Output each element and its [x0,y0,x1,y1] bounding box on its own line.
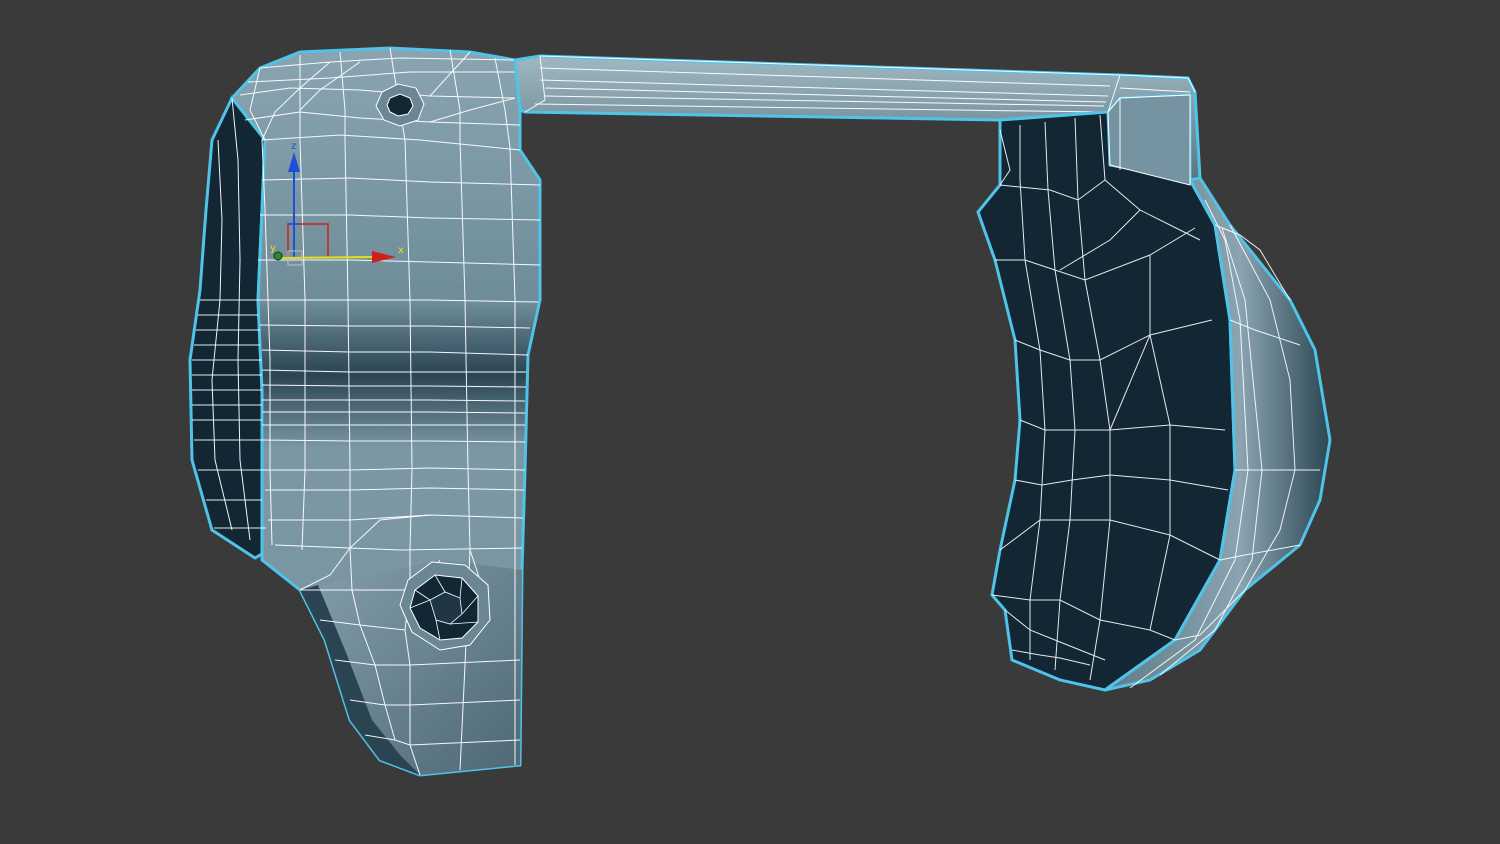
left-clamp-mesh[interactable] [188,46,542,777]
right-pad-mesh[interactable] [976,94,1332,692]
gizmo-y-label: y [270,243,276,254]
gizmo-x-label: x [398,245,404,256]
3d-viewport[interactable]: z x y [0,0,1500,844]
gizmo-z-label: z [291,141,296,152]
gizmo-x-axis [277,256,376,259]
